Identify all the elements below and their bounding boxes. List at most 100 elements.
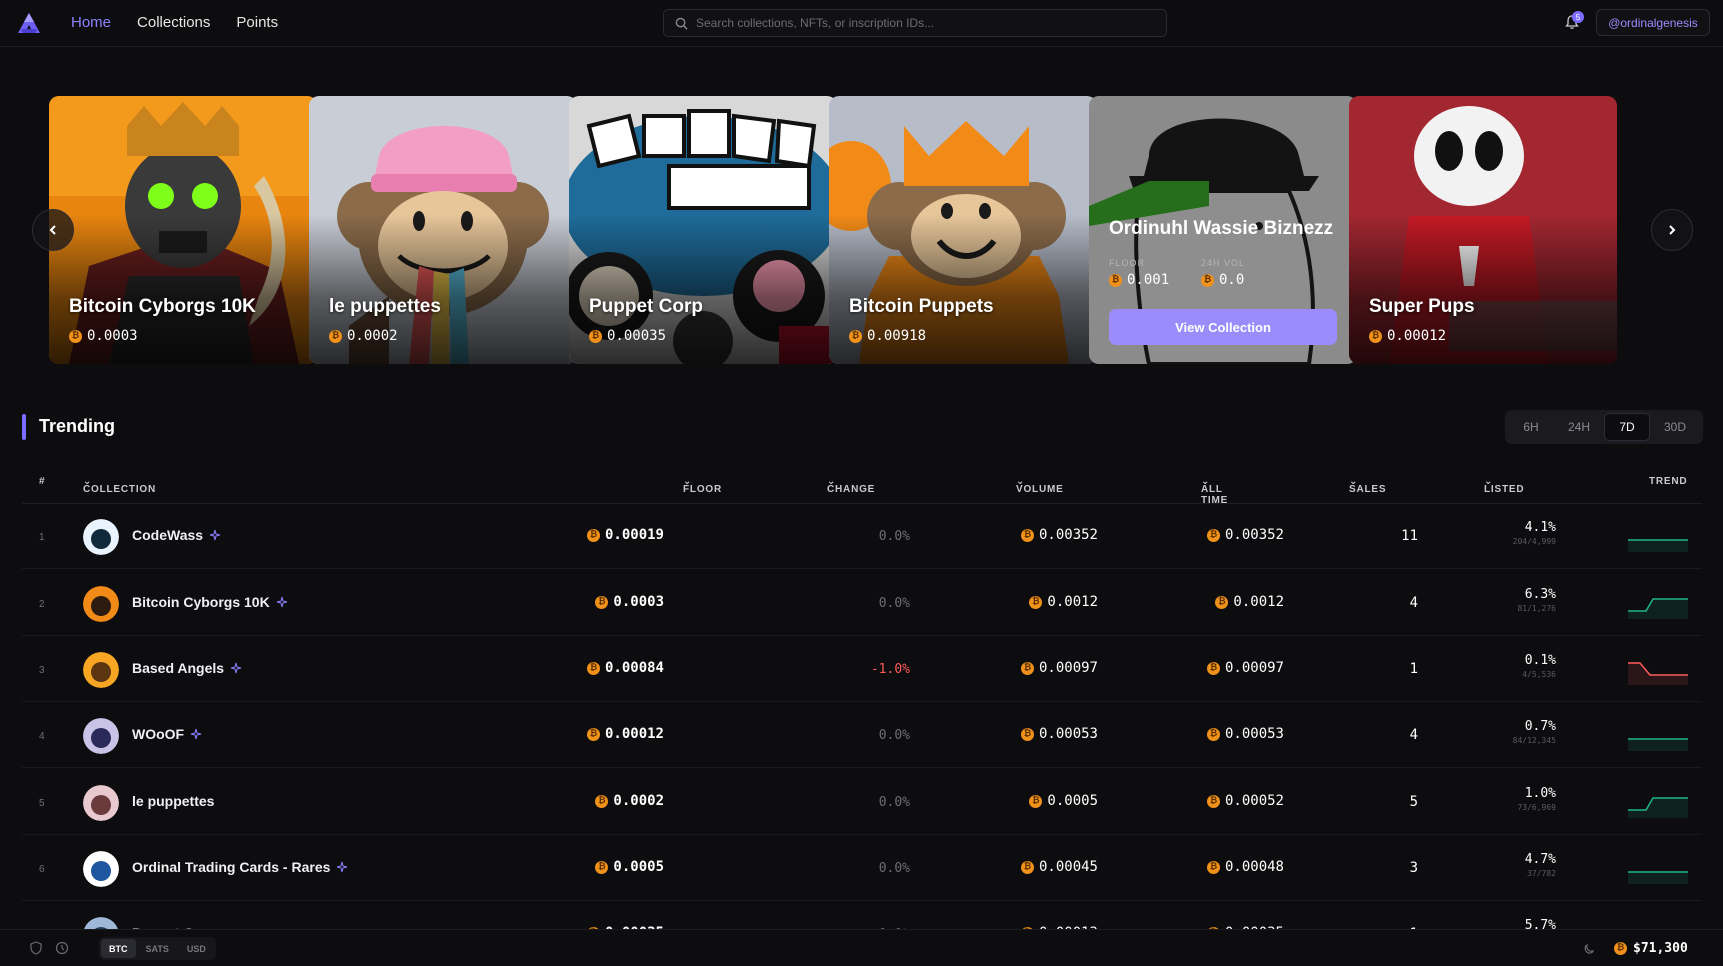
card-collection-name: Super Pups [1369, 296, 1475, 317]
col-floor[interactable]: FLOOR ⌄ [683, 476, 721, 495]
btc-icon: ₿ [1201, 273, 1214, 287]
col-sales[interactable]: SALES ⌄ [1349, 476, 1386, 495]
row-alltime: ₿ 0.0012 [1215, 594, 1284, 610]
row-collection-name[interactable]: WOoOF [132, 726, 202, 742]
carousel-card-ordinuhl-wassie[interactable]: Ordinuhl Wassie Biznezz FLOOR ₿ 0.001 24… [1089, 96, 1357, 364]
trending-title: Trending [39, 416, 115, 436]
col-change[interactable]: CHANGE ⌄ [827, 476, 874, 495]
col-alltime[interactable]: ALL TIME ⌄ [1201, 476, 1227, 506]
row-collection-name[interactable]: le puppettes [132, 793, 214, 809]
row-rank: 1 [39, 532, 45, 543]
btc-icon: ₿ [1109, 273, 1122, 287]
btc-icon: ₿ [1206, 661, 1220, 675]
tab-24h[interactable]: 24H [1556, 413, 1602, 441]
table-row[interactable]: 6 Ordinal Trading Cards - Rares ₿ 0.0005… [22, 836, 1702, 901]
user-profile-button[interactable]: @ordinalgenesis [1596, 9, 1710, 36]
card-price: ₿ 0.00012 [1369, 328, 1446, 344]
trend-sparkline [1628, 797, 1688, 818]
row-listed: 0.7% 84/12,345 [1512, 719, 1556, 745]
floor-value: ₿ 0.001 [1109, 272, 1169, 288]
sparkle-verified-icon [209, 529, 221, 541]
btc-icon: ₿ [849, 329, 862, 343]
btc-icon: ₿ [1020, 860, 1034, 874]
carousel-prev-button[interactable] [32, 209, 74, 251]
col-trend: TREND [1649, 476, 1688, 487]
carousel-card-puppet-corp[interactable]: Puppet Corp ₿ 0.00035 [569, 96, 837, 364]
sparkline-fill [1628, 739, 1688, 751]
carousel-next-button[interactable] [1651, 209, 1693, 251]
btc-icon: ₿ [586, 727, 600, 741]
row-listed: 6.3% 81/1,276 [1517, 587, 1556, 613]
volume-value: ₿ 0.0 [1201, 272, 1244, 288]
btc-icon: ₿ [1614, 942, 1627, 955]
table-row[interactable]: 7 Puppet Corp ₿ 0.00035 0.0% ₿ 0.00013 ₿… [22, 902, 1702, 953]
unit-sats[interactable]: SATS [138, 939, 177, 958]
card-price: ₿ 0.00918 [849, 328, 926, 344]
table-row[interactable]: 1 CodeWass ₿ 0.00019 0.0% ₿ 0.00352 ₿ 0.… [22, 504, 1702, 569]
carousel-card-super-pups[interactable]: Super Pups ₿ 0.00012 [1349, 96, 1617, 364]
table-row[interactable]: 4 WOoOF ₿ 0.00012 0.0% ₿ 0.00053 ₿ 0.000… [22, 703, 1702, 768]
btc-icon: ₿ [1020, 528, 1034, 542]
row-sales: 11 [1401, 528, 1418, 544]
gas-icon[interactable] [55, 941, 69, 955]
row-collection-name[interactable]: Ordinal Trading Cards - Rares [132, 859, 348, 875]
carousel-card-bitcoin-cyborgs[interactable]: Bitcoin Cyborgs 10K ₿ 0.0003 [49, 96, 317, 364]
row-sales: 1 [1409, 661, 1418, 677]
btc-icon: ₿ [1020, 727, 1034, 741]
table-row[interactable]: 5 le puppettes ₿ 0.0002 0.0% ₿ 0.0005 ₿ … [22, 770, 1702, 835]
row-collection-name[interactable]: Bitcoin Cyborgs 10K [132, 594, 288, 610]
sparkline-fill [1628, 599, 1688, 619]
tab-6h[interactable]: 6H [1508, 413, 1554, 441]
btc-icon: ₿ [329, 329, 342, 343]
nav-points[interactable]: Points [236, 14, 278, 31]
row-rank: 5 [39, 798, 45, 809]
sparkle-verified-icon [230, 662, 242, 674]
btc-icon: ₿ [595, 794, 609, 808]
shield-icon[interactable] [29, 941, 43, 955]
btc-icon: ₿ [1206, 528, 1220, 542]
carousel-card-bitcoin-puppets[interactable]: Bitcoin Puppets ₿ 0.00918 [829, 96, 1097, 364]
nav-collections[interactable]: Collections [137, 14, 210, 31]
col-collection[interactable]: COLLECTION ⌄ [83, 476, 155, 495]
col-volume[interactable]: VOLUME ⌄ [1016, 476, 1063, 495]
row-collection-name[interactable]: CodeWass [132, 527, 221, 543]
tab-7d[interactable]: 7D [1604, 413, 1650, 441]
nav-home[interactable]: Home [71, 14, 111, 31]
sparkline-fill [1628, 540, 1688, 552]
unit-usd[interactable]: USD [179, 939, 214, 958]
row-volume: ₿ 0.00352 [1020, 527, 1098, 543]
btc-icon: ₿ [1369, 329, 1382, 343]
trend-sparkline [1628, 738, 1688, 751]
row-floor: ₿ 0.0002 [595, 793, 664, 809]
row-change: 0.0% [878, 529, 910, 544]
row-collection-name[interactable]: Based Angels [132, 660, 242, 676]
row-rank: 6 [39, 864, 45, 875]
row-floor: ₿ 0.00019 [586, 527, 664, 543]
btc-icon: ₿ [1020, 661, 1034, 675]
sparkline-fill [1628, 798, 1688, 818]
search-icon [675, 17, 688, 30]
card-collection-name: Bitcoin Puppets [849, 296, 994, 317]
row-listed: 0.1% 4/5,536 [1522, 653, 1556, 679]
app-logo-icon[interactable] [16, 10, 42, 36]
row-sales: 4 [1409, 595, 1418, 611]
row-sales: 4 [1409, 727, 1418, 743]
carousel-card-le-puppettes[interactable]: le puppettes ₿ 0.0002 [309, 96, 577, 364]
unit-btc[interactable]: BTC [101, 939, 136, 958]
row-alltime: ₿ 0.00352 [1206, 527, 1284, 543]
collection-avatar [83, 851, 119, 887]
view-collection-button[interactable]: View Collection [1109, 309, 1337, 345]
btc-icon: ₿ [595, 860, 609, 874]
col-listed[interactable]: LISTED ⌄ [1484, 476, 1524, 495]
table-row[interactable]: 3 Based Angels ₿ 0.00084 -1.0% ₿ 0.00097… [22, 637, 1702, 702]
row-rank: 2 [39, 599, 45, 610]
card-price: ₿ 0.0003 [69, 328, 138, 344]
row-volume: ₿ 0.0012 [1029, 594, 1098, 610]
search-bar[interactable] [663, 9, 1167, 37]
btc-icon: ₿ [1206, 794, 1220, 808]
card-collection-name: Bitcoin Cyborgs 10K [69, 296, 256, 317]
tab-30d[interactable]: 30D [1652, 413, 1698, 441]
table-row[interactable]: 2 Bitcoin Cyborgs 10K ₿ 0.0003 0.0% ₿ 0.… [22, 571, 1702, 636]
moon-icon[interactable] [1583, 941, 1597, 955]
search-input[interactable] [696, 16, 1136, 30]
